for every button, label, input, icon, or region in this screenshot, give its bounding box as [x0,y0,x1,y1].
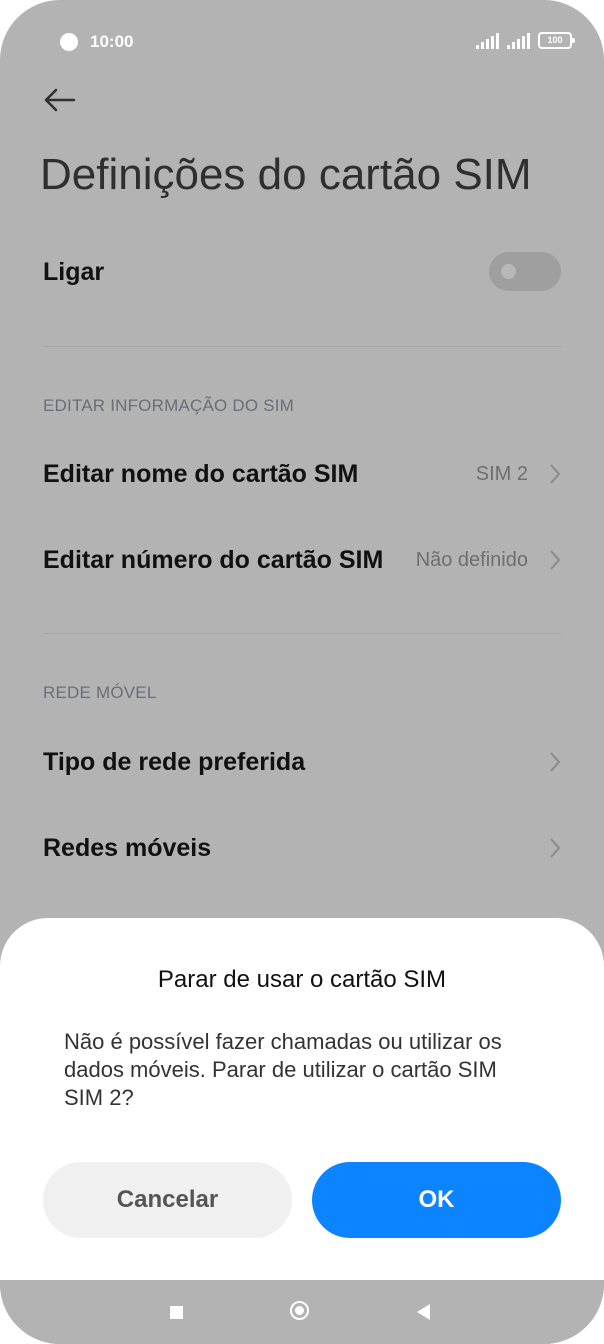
edit-name-value: SIM 2 [475,463,528,485]
edit-name-label: Editar nome do cartão SIM [43,460,359,488]
circle-icon[interactable] [290,1301,309,1320]
network-type-label: Tipo de rede preferida [43,748,306,776]
status-icons: 100 [476,32,575,49]
divider [43,633,561,634]
mobile-networks-label: Redes móveis [43,834,212,862]
signal-sim2-icon [507,32,530,49]
confirm-dialog: Parar de usar o cartão SIM Não é possíve… [0,918,604,1280]
battery-icon: 100 [538,32,575,49]
square-icon[interactable] [170,1306,183,1319]
chevron-right-icon [550,550,561,570]
navigation-bar [0,1280,604,1344]
chevron-right-icon [550,838,561,858]
phone-screen: 10:00 100 Definições do cartão SIM Ligar… [0,0,604,1344]
back-button[interactable] [40,82,80,118]
cancel-button[interactable]: Cancelar [43,1162,292,1238]
power-row-label: Ligar [43,258,105,286]
section-header-edit-info: EDITAR INFORMAÇÃO DO SIM [43,396,294,415]
dialog-message: Não é possível fazer chamadas ou utiliza… [64,1029,502,1110]
edit-number-label: Editar número do cartão SIM [43,546,384,574]
dialog-title: Parar de usar o cartão SIM [157,966,447,993]
triangle-back-icon[interactable] [417,1304,430,1320]
edit-number-value: Não definido [415,549,528,571]
chevron-right-icon [550,464,561,484]
power-toggle[interactable] [489,252,561,291]
chevron-right-icon [550,752,561,772]
arrow-left-icon [44,88,76,112]
divider [43,346,561,347]
section-header-mobile-network: REDE MÓVEL [43,683,157,702]
signal-sim1-icon [476,32,499,49]
page-title: Definições do cartão SIM [40,150,532,199]
notification-dot-icon [60,33,78,51]
ok-button[interactable]: OK [312,1162,561,1238]
toggle-knob [501,264,516,279]
status-time: 10:00 [90,32,134,51]
